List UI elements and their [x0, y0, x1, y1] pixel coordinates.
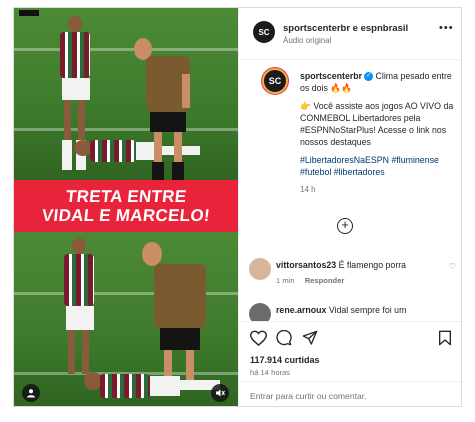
instagram-post-embed: TRETA ENTRE VIDAL E MARCELO! SC sportsce…	[13, 7, 462, 407]
comment-like-icon[interactable]: ♡	[449, 262, 456, 271]
reply-button[interactable]: Responder	[305, 276, 345, 285]
caption-age: 14 h	[300, 185, 316, 194]
caption-avatar[interactable]: SC	[262, 68, 288, 94]
caption-author[interactable]: sportscenterbr	[300, 71, 362, 81]
bookmark-icon[interactable]	[435, 328, 455, 348]
login-to-comment[interactable]: Entrar para curtir ou comentar.	[239, 381, 461, 406]
avatar-letters: SC	[258, 27, 270, 37]
comment-avatar[interactable]	[249, 258, 271, 280]
comment-item: vittorsantos23 É flamengo porra 1 min Re…	[239, 256, 461, 296]
comment-user[interactable]: rene.arnoux	[276, 305, 326, 315]
comment-icon[interactable]	[274, 328, 294, 348]
caption-avatar-letters: SC	[268, 76, 282, 86]
post-actions: 117.914 curtidas há 14 horas	[239, 321, 461, 381]
mute-icon[interactable]	[211, 384, 229, 402]
comment-age: 1 min	[276, 276, 295, 285]
header-account[interactable]: sportscenterbr e espnbrasil	[283, 23, 408, 34]
add-comment-circle-icon[interactable]: +	[337, 218, 353, 234]
player-lying-2	[84, 362, 224, 406]
comment-text: Vidal sempre foi um	[328, 305, 407, 315]
caption-hashtags[interactable]: #LibertadoresNaESPN #fluminense #futebol…	[300, 154, 460, 178]
verified-icon: ✓	[364, 72, 374, 82]
comment-text: É flamengo porra	[338, 260, 407, 270]
post-sidebar: SC sportscenterbr e espnbrasil Áudio ori…	[238, 8, 461, 406]
banner-line-2: VIDAL E MARCELO!	[41, 206, 211, 225]
comment-user[interactable]: vittorsantos23	[276, 260, 336, 270]
post-header: SC sportscenterbr e espnbrasil Áudio ori…	[239, 8, 461, 60]
header-audio[interactable]: Áudio original	[283, 36, 331, 45]
video-frame-top	[14, 8, 238, 180]
caption-body: 👉 Você assiste aos jogos AO VIVO da CONM…	[300, 101, 454, 147]
comment-item: rene.arnoux Vidal sempre foi um	[239, 301, 461, 321]
video-frame-bottom	[14, 232, 238, 406]
user-tag-icon[interactable]	[22, 384, 40, 402]
video-banner: TRETA ENTRE VIDAL E MARCELO!	[14, 180, 238, 232]
header-avatar[interactable]: SC	[253, 21, 275, 43]
post-time: há 14 horas	[250, 368, 291, 377]
scoreboard-overlay	[19, 10, 39, 16]
more-icon[interactable]: •••	[439, 22, 454, 34]
post-video[interactable]: TRETA ENTRE VIDAL E MARCELO!	[14, 8, 238, 406]
post-caption: sportscenterbr ✓ Clima pesado entre os do…	[300, 70, 460, 202]
likes-count[interactable]: 117.914 curtidas	[250, 355, 320, 365]
player-vidal	[126, 34, 216, 180]
share-icon[interactable]	[300, 328, 320, 348]
heart-icon[interactable]	[248, 328, 268, 348]
comment-avatar[interactable]	[249, 303, 271, 321]
banner-line-1: TRETA ENTRE	[64, 187, 188, 206]
